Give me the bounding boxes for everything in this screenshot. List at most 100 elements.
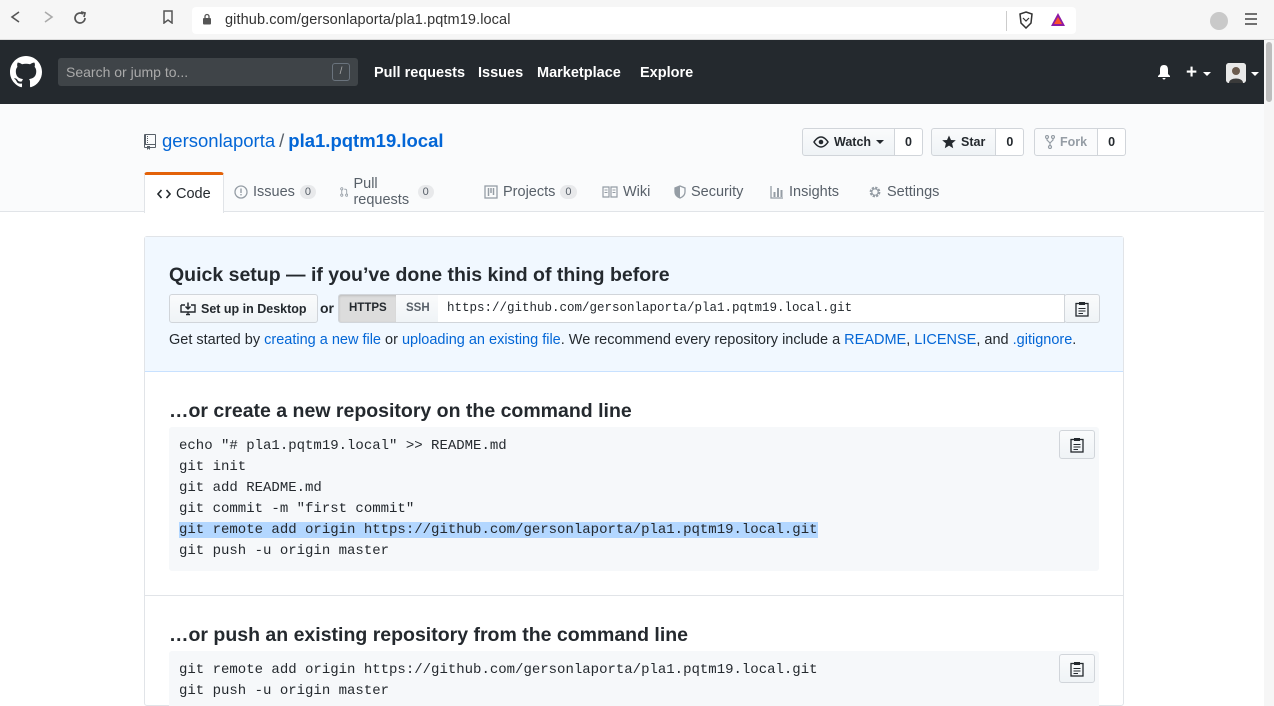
create-new-repo-section: …or create a new repository on the comma…: [145, 372, 1123, 596]
star-button[interactable]: Star: [931, 128, 997, 156]
push-existing-repo-code[interactable]: git remote add origin https://github.com…: [169, 651, 1099, 706]
fork-button-group: Fork 0: [1034, 128, 1127, 156]
page-scrollbar[interactable]: [1264, 40, 1274, 706]
issue-icon: [234, 185, 248, 199]
watch-label: Watch: [834, 135, 872, 149]
copy-new-repo-commands-button[interactable]: [1059, 430, 1095, 459]
repo-icon: [144, 134, 156, 150]
code-line: git push -u origin master: [179, 543, 390, 559]
repo-title: gersonlaporta / pla1.pqtm19.local: [162, 130, 444, 152]
fork-button[interactable]: Fork: [1034, 128, 1099, 156]
tab-label: Projects: [503, 184, 556, 200]
search-shortcut-badge: /: [332, 63, 350, 81]
watch-button[interactable]: Watch: [802, 128, 896, 156]
tab-label: Pull requests: [353, 176, 410, 208]
desktop-download-icon: [180, 302, 196, 315]
help-text: Get started by: [169, 332, 265, 348]
setup-in-desktop-button[interactable]: Set up in Desktop: [169, 294, 318, 323]
browser-toolbar: github.com/gersonlaporta/pla1.pqtm19.loc…: [0, 0, 1274, 40]
license-link[interactable]: LICENSE: [914, 332, 976, 348]
address-bar[interactable]: github.com/gersonlaporta/pla1.pqtm19.loc…: [192, 7, 1076, 34]
nav-issues[interactable]: Issues: [478, 65, 523, 81]
bookmark-icon[interactable]: [158, 10, 178, 30]
copy-clone-url-button[interactable]: [1064, 294, 1100, 323]
code-line: git push -u origin master: [179, 683, 390, 699]
readme-link[interactable]: README: [844, 332, 906, 348]
repo-title-separator: /: [279, 130, 285, 151]
tab-counter: 0: [417, 185, 434, 199]
desktop-label: Set up in Desktop: [201, 301, 307, 316]
gear-icon: [869, 186, 881, 198]
clipboard-icon: [1070, 437, 1084, 453]
help-text: , and: [976, 332, 1013, 348]
scrollbar-thumb[interactable]: [1266, 42, 1272, 102]
tab-security[interactable]: Security: [674, 172, 743, 212]
code-line: git add README.md: [179, 480, 322, 496]
star-icon: [942, 135, 956, 149]
create-new-repo-code[interactable]: echo "# pla1.pqtm19.local" >> README.md …: [169, 427, 1099, 571]
gitignore-link[interactable]: .gitignore: [1013, 332, 1073, 348]
tab-pull-requests[interactable]: Pull requests 0: [340, 172, 434, 212]
graph-icon: [770, 186, 783, 199]
repo-name-link[interactable]: pla1.pqtm19.local: [288, 130, 443, 151]
repository-header: gersonlaporta / pla1.pqtm19.local Watch 0 …: [0, 104, 1264, 213]
nav-explore[interactable]: Explore: [640, 65, 693, 81]
brave-rewards-icon[interactable]: [1050, 12, 1066, 28]
quick-setup-panel: Quick setup — if you’ve done this kind o…: [145, 237, 1123, 372]
star-count[interactable]: 0: [996, 128, 1025, 156]
tab-label: Code: [176, 186, 211, 202]
browser-menu-icon[interactable]: [1244, 12, 1258, 26]
github-logo-icon[interactable]: [10, 56, 42, 88]
quick-setup-help-text: Get started by creating a new file or up…: [169, 332, 1076, 348]
pull-request-icon: [340, 187, 349, 197]
url-text: github.com/gersonlaporta/pla1.pqtm19.loc…: [225, 12, 511, 28]
chevron-down-icon: [1203, 72, 1211, 76]
chevron-down-icon: [1251, 72, 1259, 76]
code-line: echo "# pla1.pqtm19.local" >> README.md: [179, 438, 507, 454]
help-text: or: [380, 332, 402, 348]
push-existing-repo-title: …or push an existing repository from the…: [169, 624, 688, 646]
star-button-group: Star 0: [931, 128, 1025, 156]
copy-push-commands-button[interactable]: [1059, 654, 1095, 683]
divider: [1006, 11, 1007, 31]
code-line: git init: [179, 459, 247, 475]
tab-counter: 0: [560, 185, 577, 199]
create-new-repo-title: …or create a new repository on the comma…: [169, 400, 632, 422]
tab-insights[interactable]: Insights: [770, 172, 839, 212]
create-new-plus-icon[interactable]: +: [1186, 62, 1197, 84]
avatar[interactable]: [1226, 63, 1246, 83]
tab-issues[interactable]: Issues 0: [234, 172, 317, 212]
back-icon[interactable]: [6, 10, 26, 30]
nav-pull-requests[interactable]: Pull requests: [374, 65, 465, 81]
search-input[interactable]: Search or jump to... /: [58, 58, 358, 86]
eye-icon: [813, 136, 829, 148]
tab-projects[interactable]: Projects 0: [484, 172, 577, 212]
nav-marketplace[interactable]: Marketplace: [537, 65, 621, 81]
fork-icon: [1045, 135, 1055, 149]
watch-button-group: Watch 0: [802, 128, 923, 156]
notifications-bell-icon[interactable]: [1156, 64, 1172, 80]
brave-shields-icon[interactable]: [1018, 11, 1034, 29]
code-line: git remote add origin https://github.com…: [179, 662, 818, 678]
repo-owner-link[interactable]: gersonlaporta: [162, 130, 275, 151]
help-text: . We recommend every repository include …: [560, 332, 845, 348]
tab-settings[interactable]: Settings: [868, 172, 939, 212]
browser-profile-icon[interactable]: [1210, 12, 1228, 30]
fork-count[interactable]: 0: [1098, 128, 1127, 156]
clipboard-icon: [1075, 301, 1089, 317]
quick-setup-title: Quick setup — if you’ve done this kind o…: [169, 264, 670, 286]
create-new-file-link[interactable]: creating a new file: [264, 332, 381, 348]
watch-count[interactable]: 0: [895, 128, 923, 156]
star-label: Star: [961, 135, 986, 149]
clone-url-input[interactable]: https://github.com/gersonlaporta/pla1.pq…: [438, 294, 1065, 323]
tab-label: Issues: [253, 184, 295, 200]
forward-icon[interactable]: [38, 10, 58, 30]
reload-icon[interactable]: [70, 10, 90, 30]
chevron-down-icon: [876, 140, 885, 144]
clipboard-icon: [1070, 661, 1084, 677]
ssh-toggle[interactable]: SSH: [396, 294, 441, 323]
tab-code[interactable]: Code: [144, 172, 224, 213]
https-toggle[interactable]: HTTPS: [338, 294, 398, 323]
upload-existing-file-link[interactable]: uploading an existing file: [402, 332, 561, 348]
tab-wiki[interactable]: Wiki: [602, 172, 650, 212]
